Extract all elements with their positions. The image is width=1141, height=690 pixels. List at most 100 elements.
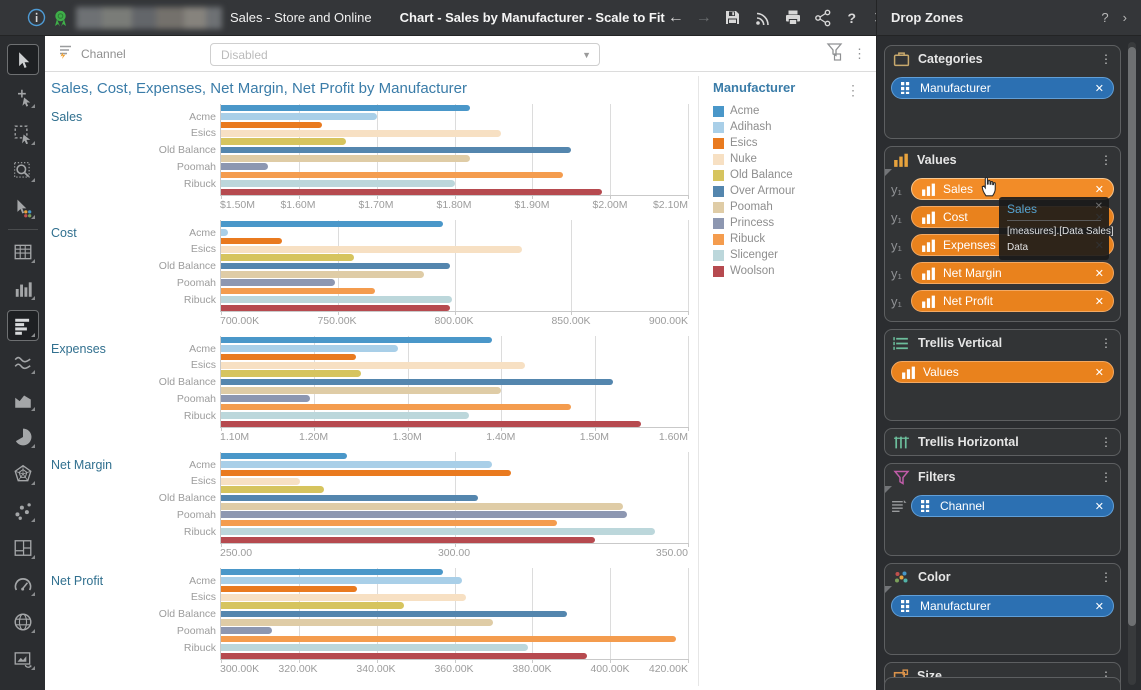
bar-princess[interactable] — [221, 163, 268, 170]
panel-help-icon[interactable]: ? — [1101, 10, 1108, 25]
legend-item[interactable]: Acme — [713, 103, 876, 119]
bar-esics[interactable] — [221, 470, 511, 477]
bar-ribuck[interactable] — [221, 404, 571, 411]
dropzone-pill-net-profit[interactable]: Net Profit ✕ — [911, 290, 1114, 312]
bar-over-armour[interactable] — [221, 611, 567, 618]
pie-chart-tool-icon[interactable] — [7, 421, 39, 452]
tooltip-close-icon[interactable]: ✕ — [1095, 201, 1103, 212]
section-menu-icon[interactable]: ⋮ — [1100, 336, 1112, 350]
info-icon[interactable] — [24, 6, 48, 30]
gauge-tool-icon[interactable] — [7, 569, 39, 600]
pointer-tool-icon[interactable] — [7, 44, 39, 75]
bar-woolson[interactable] — [221, 305, 450, 312]
highlight-select-tool-icon[interactable] — [7, 192, 39, 223]
save-icon[interactable] — [721, 6, 745, 30]
bar-acme[interactable] — [221, 337, 492, 344]
rerun-data-icon[interactable] — [751, 6, 775, 30]
bar-esics[interactable] — [221, 586, 357, 593]
bar-over-armour[interactable] — [221, 379, 613, 386]
section-menu-icon[interactable]: ⋮ — [1100, 52, 1112, 66]
remove-icon[interactable]: ✕ — [1095, 500, 1104, 513]
bar-old-balance[interactable] — [221, 370, 361, 377]
bar-nuke[interactable] — [221, 594, 466, 601]
help-icon[interactable]: ? — [841, 10, 863, 26]
print-icon[interactable] — [781, 6, 805, 30]
dropzone-pill-net-margin[interactable]: Net Margin ✕ — [911, 262, 1114, 284]
area-chart-tool-icon[interactable] — [7, 384, 39, 415]
legend-item[interactable]: Princess — [713, 215, 876, 231]
bar-acme[interactable] — [221, 569, 443, 576]
legend-item[interactable]: Slicenger — [713, 247, 876, 263]
bar-slicenger[interactable] — [221, 412, 469, 419]
bar-old-balance[interactable] — [221, 138, 346, 145]
bar-slicenger[interactable] — [221, 296, 452, 303]
remove-icon[interactable]: ✕ — [1095, 600, 1104, 613]
remove-icon[interactable]: ✕ — [1095, 366, 1104, 379]
filterbar-menu-icon[interactable]: ⋮ — [853, 47, 866, 60]
legend-item[interactable]: Adihash — [713, 119, 876, 135]
dropzone-pill-channel[interactable]: Channel ✕ — [911, 495, 1114, 517]
collapse-panel-icon[interactable]: › — [1123, 10, 1127, 25]
bar-acme[interactable] — [221, 221, 443, 228]
bar-old-balance[interactable] — [221, 486, 324, 493]
radar-chart-tool-icon[interactable] — [7, 458, 39, 489]
legend-item[interactable]: Woolson — [713, 263, 876, 279]
dropzone-pill-manufacturer[interactable]: Manufacturer ✕ — [891, 595, 1114, 617]
bar-woolson[interactable] — [221, 653, 587, 660]
bar-poomah[interactable] — [221, 155, 470, 162]
bar-acme[interactable] — [221, 453, 347, 460]
channel-dropdown[interactable]: Disabled ▼ — [210, 43, 600, 66]
bar-poomah[interactable] — [221, 619, 493, 626]
legend-item[interactable]: Ribuck — [713, 231, 876, 247]
legend-item[interactable]: Esics — [713, 135, 876, 151]
bar-chart-tool-icon[interactable] — [7, 310, 39, 341]
remove-icon[interactable]: ✕ — [1095, 183, 1104, 196]
bar-esics[interactable] — [221, 122, 322, 129]
bar-acme[interactable] — [221, 105, 470, 112]
remove-icon[interactable]: ✕ — [1095, 82, 1104, 95]
share-icon[interactable] — [811, 6, 835, 30]
back-icon[interactable]: ← — [665, 9, 687, 27]
bar-woolson[interactable] — [221, 189, 602, 196]
dropzone-pill-manufacturer[interactable]: Manufacturer ✕ — [891, 77, 1114, 99]
bar-woolson[interactable] — [221, 537, 595, 544]
remove-icon[interactable]: ✕ — [1095, 267, 1104, 280]
scatter-chart-tool-icon[interactable] — [7, 495, 39, 526]
data-grid-tool-icon[interactable] — [7, 236, 39, 267]
bar-poomah[interactable] — [221, 387, 501, 394]
bar-slicenger[interactable] — [221, 180, 455, 187]
bar-nuke[interactable] — [221, 478, 300, 485]
marquee-select-tool-icon[interactable] — [7, 118, 39, 149]
bar-slicenger[interactable] — [221, 644, 528, 651]
line-chart-tool-icon[interactable] — [7, 347, 39, 378]
bar-ribuck[interactable] — [221, 520, 557, 527]
bar-poomah[interactable] — [221, 503, 623, 510]
bar-princess[interactable] — [221, 627, 272, 634]
bar-ribuck[interactable] — [221, 172, 563, 179]
zoom-select-tool-icon[interactable] — [7, 155, 39, 186]
bar-esics[interactable] — [221, 354, 356, 361]
filter-funnel-icon[interactable] — [826, 42, 843, 66]
image-tool-icon[interactable] — [7, 643, 39, 674]
bar-ribuck[interactable] — [221, 636, 676, 643]
legend-item[interactable]: Old Balance — [713, 167, 876, 183]
bar-nuke[interactable] — [221, 246, 522, 253]
crosshair-tool-icon[interactable] — [7, 81, 39, 112]
legend-item[interactable]: Nuke — [713, 151, 876, 167]
bar-princess[interactable] — [221, 511, 627, 518]
legend-item[interactable]: Over Armour — [713, 183, 876, 199]
bar-old-balance[interactable] — [221, 602, 404, 609]
bar-old-balance[interactable] — [221, 254, 354, 261]
legend-item[interactable]: Poomah — [713, 199, 876, 215]
section-menu-icon[interactable]: ⋮ — [1100, 153, 1112, 167]
bar-nuke[interactable] — [221, 130, 501, 137]
remove-icon[interactable]: ✕ — [1095, 295, 1104, 308]
bar-ribuck[interactable] — [221, 288, 375, 295]
bar-woolson[interactable] — [221, 421, 641, 428]
bar-over-armour[interactable] — [221, 495, 478, 502]
section-menu-icon[interactable]: ⋮ — [1100, 435, 1112, 449]
panel-scrollbar[interactable] — [1128, 42, 1136, 685]
bar-adihash[interactable] — [221, 577, 462, 584]
column-chart-tool-icon[interactable] — [7, 273, 39, 304]
section-menu-icon[interactable]: ⋮ — [1100, 470, 1112, 484]
